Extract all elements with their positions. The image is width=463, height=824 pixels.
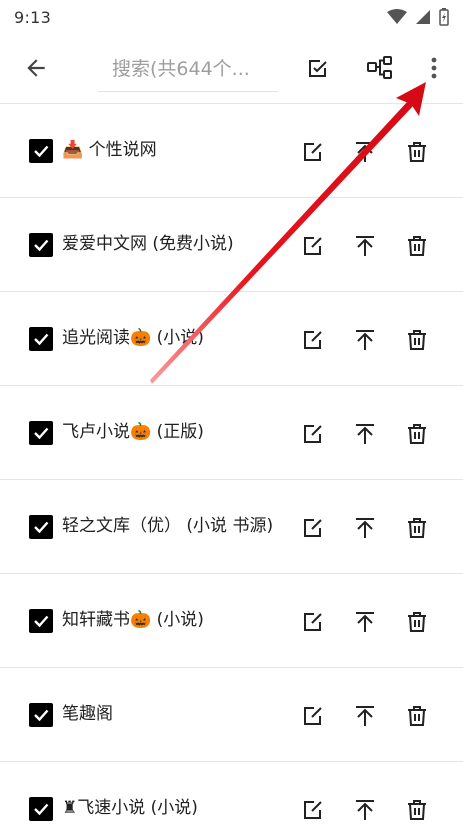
trash-icon — [408, 518, 426, 538]
vertical-align-top-icon — [356, 706, 374, 726]
row-checkbox[interactable] — [29, 515, 53, 539]
vertical-align-top-icon — [356, 518, 374, 538]
move-to-top-button[interactable] — [352, 797, 378, 823]
source-name: 笔趣阁 — [62, 704, 113, 724]
move-to-top-button[interactable] — [352, 421, 378, 447]
delete-button[interactable] — [404, 233, 430, 259]
edit-button[interactable] — [300, 421, 326, 447]
back-button[interactable] — [14, 46, 58, 90]
vertical-align-top-icon — [356, 800, 374, 820]
source-name: 📥 个性说网 — [62, 140, 157, 160]
check-icon — [34, 521, 49, 534]
delete-button[interactable] — [404, 139, 430, 165]
edit-icon — [304, 801, 322, 819]
list-item: 追光阅读🎃 (小说) — [0, 292, 463, 386]
edit-button[interactable] — [300, 797, 326, 823]
edit-icon — [304, 613, 322, 631]
row-checkbox[interactable] — [29, 421, 53, 445]
edit-icon — [304, 425, 322, 443]
edit-icon — [304, 519, 322, 537]
move-to-top-button[interactable] — [352, 139, 378, 165]
edit-button[interactable] — [300, 609, 326, 635]
edit-button[interactable] — [300, 703, 326, 729]
trash-icon — [408, 800, 426, 820]
source-name: ♜飞速小说 (小说) — [62, 798, 198, 818]
list-item: ♜飞速小说 (小说) — [0, 762, 463, 824]
check-icon — [34, 615, 49, 628]
row-checkbox[interactable] — [29, 139, 53, 163]
row-checkbox[interactable] — [29, 703, 53, 727]
trash-icon — [408, 424, 426, 444]
list-item: 知轩藏书🎃 (小说) — [0, 574, 463, 668]
trash-icon — [408, 330, 426, 350]
vertical-align-top-icon — [356, 424, 374, 444]
trash-icon — [408, 142, 426, 162]
row-checkbox[interactable] — [29, 609, 53, 633]
delete-button[interactable] — [404, 703, 430, 729]
check-icon — [34, 427, 49, 440]
group-icon — [367, 56, 392, 79]
select-all-button[interactable] — [296, 46, 340, 90]
list-item: 飞卢小说🎃 (正版) — [0, 386, 463, 480]
check-icon — [34, 803, 49, 816]
row-checkbox[interactable] — [29, 797, 53, 821]
move-to-top-button[interactable] — [352, 233, 378, 259]
check-icon — [34, 333, 49, 346]
edit-icon — [304, 331, 322, 349]
search-input[interactable]: 搜索(共644个... — [98, 44, 278, 92]
edit-button[interactable] — [300, 327, 326, 353]
trash-icon — [408, 236, 426, 256]
checkbox-edit-icon — [309, 60, 327, 77]
signal-icon — [416, 10, 430, 24]
check-icon — [34, 145, 49, 158]
edit-button[interactable] — [300, 233, 326, 259]
list-item: 爱爱中文网 (免费小说) — [0, 198, 463, 292]
group-button[interactable] — [358, 46, 402, 90]
delete-button[interactable] — [404, 327, 430, 353]
list-item: 笔趣阁 — [0, 668, 463, 762]
toolbar: 搜索(共644个... — [0, 34, 463, 104]
wifi-icon — [387, 9, 407, 24]
move-to-top-button[interactable] — [352, 609, 378, 635]
status-time: 9:13 — [14, 7, 52, 27]
check-icon — [34, 239, 49, 252]
source-name: 飞卢小说🎃 (正版) — [62, 422, 204, 442]
source-name: 追光阅读🎃 (小说) — [62, 328, 204, 348]
row-checkbox[interactable] — [29, 233, 53, 257]
delete-button[interactable] — [404, 797, 430, 823]
trash-icon — [408, 612, 426, 632]
arrow-left-icon — [27, 59, 45, 77]
vertical-align-top-icon — [356, 330, 374, 350]
source-name: 知轩藏书🎃 (小说) — [62, 610, 204, 630]
list-item: 轻之文库（优） (小说 书源) — [0, 480, 463, 574]
vertical-align-top-icon — [356, 612, 374, 632]
move-to-top-button[interactable] — [352, 327, 378, 353]
edit-button[interactable] — [300, 139, 326, 165]
list-item: 📥 个性说网 — [0, 104, 463, 198]
status-bar: 9:13 — [0, 0, 463, 34]
delete-button[interactable] — [404, 609, 430, 635]
search-placeholder: 搜索(共644个... — [112, 58, 250, 80]
source-name: 轻之文库（优） (小说 书源) — [62, 516, 274, 536]
edit-icon — [304, 707, 322, 725]
edit-button[interactable] — [300, 515, 326, 541]
delete-button[interactable] — [404, 515, 430, 541]
source-list: 📥 个性说网 爱爱中文网 (免费小说) 追光阅读🎃 (小说) 飞卢小说🎃 (正版… — [0, 104, 463, 824]
more-vertical-icon — [431, 57, 437, 79]
move-to-top-button[interactable] — [352, 703, 378, 729]
row-checkbox[interactable] — [29, 327, 53, 351]
delete-button[interactable] — [404, 421, 430, 447]
source-name: 爱爱中文网 (免费小说) — [62, 234, 234, 254]
vertical-align-top-icon — [356, 236, 374, 256]
move-to-top-button[interactable] — [352, 515, 378, 541]
vertical-align-top-icon — [356, 142, 374, 162]
edit-icon — [304, 143, 322, 161]
check-icon — [34, 709, 49, 722]
more-menu-button[interactable] — [412, 46, 456, 90]
status-icons — [387, 8, 449, 26]
trash-icon — [408, 706, 426, 726]
edit-icon — [304, 237, 322, 255]
battery-icon — [439, 8, 449, 26]
